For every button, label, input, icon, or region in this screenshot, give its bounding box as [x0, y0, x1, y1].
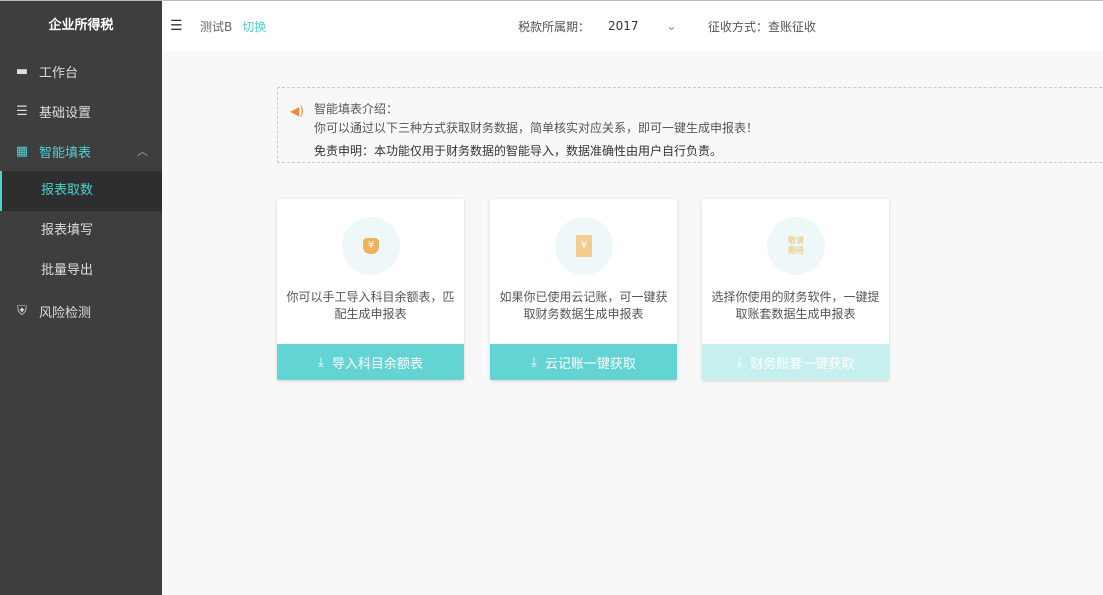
money-bag-icon: ¥	[342, 217, 400, 275]
grid-icon: ▦	[15, 143, 29, 159]
company-name: 测试B	[200, 19, 233, 34]
card-finance-software: 敬请期待 选择你使用的财务软件，一键提取账套数据生成申报表 ⤓ 财务账套一键获取	[702, 199, 889, 380]
sidebar-subitem-report-fetch[interactable]: 报表取数	[0, 171, 162, 211]
ledger-icon: ¥	[555, 217, 613, 275]
card-import-balance: ¥ 你可以手工导入科目余额表，匹配生成申报表 ⤓ 导入科目余额表	[277, 199, 464, 380]
header: ☰ 测试B 切换 税款所属期： 2017 ⌄ 征收方式：查账征收	[162, 1, 1103, 51]
monitor-icon: ▬	[15, 63, 29, 79]
notice-disclaimer: 免责申明：本功能仅用于财务数据的智能导入，数据准确性由用户自行负责。	[314, 144, 723, 158]
sidebar-item-basic-settings[interactable]: ☰ 基础设置	[0, 91, 162, 131]
ledger-glyph: ¥	[576, 235, 592, 257]
button-label: 财务账套一键获取	[750, 356, 855, 372]
sidebar-item-risk-check[interactable]: ⛨ 风险检测	[0, 291, 162, 331]
sidebar-item-label: 风险检测	[39, 305, 92, 321]
list-icon: ☰	[16, 103, 28, 119]
sidebar: 企业所得税 ▬ 工作台 ☰ 基础设置 ▦ 智能填表 ︿ 报表取数 报表填写 批量导出 ⛨…	[0, 1, 162, 595]
collection-method: 征收方式：查账征收	[708, 19, 817, 34]
download-icon: ⤓	[318, 354, 324, 370]
app-title: 企业所得税	[48, 18, 114, 33]
menu-collapse-icon[interactable]: ☰	[170, 18, 184, 34]
sidebar-item-label: 智能填表	[39, 145, 92, 161]
chevron-up-icon: ︿	[137, 145, 148, 158]
intro-notice: ◀) 智能填表介绍： 你可以通过以下三种方式获取财务数据，简单核实对应关系，即可…	[277, 87, 1103, 163]
sidebar-subitem-report-fill[interactable]: 报表填写	[0, 211, 162, 251]
card-description: 你可以手工导入科目余额表，匹配生成申报表	[286, 290, 455, 321]
cloud-accounting-fetch-button[interactable]: ⤓ 云记账一键获取	[490, 344, 677, 380]
button-label: 云记账一键获取	[544, 356, 636, 372]
download-icon: ⤓	[736, 354, 743, 370]
sidebar-item-workbench[interactable]: ▬ 工作台	[0, 51, 162, 91]
sidebar-item-label: 基础设置	[39, 105, 92, 121]
import-balance-button[interactable]: ⤓ 导入科目余额表	[277, 344, 464, 380]
year-select[interactable]: 2017 ⌄	[608, 19, 677, 33]
card-cloud-accounting: ¥ 如果你已使用云记账，可一键获取财务数据生成申报表 ⤓ 云记账一键获取	[490, 199, 677, 380]
money-bag-glyph: ¥	[363, 238, 379, 254]
sidebar-item-label: 工作台	[39, 65, 79, 81]
sidebar-item-smart-fill[interactable]: ▦ 智能填表 ︿	[0, 131, 162, 171]
coming-soon-icon: 敬请期待	[767, 217, 825, 275]
download-icon: ⤓	[531, 354, 537, 370]
notice-text: 你可以通过以下三种方式获取财务数据，简单核实对应关系，即可一键生成申报表！	[314, 121, 759, 135]
period-label: 税款所属期：	[518, 19, 591, 34]
speaker-icon: ◀)	[290, 104, 304, 118]
button-label: 导入科目余额表	[331, 356, 423, 372]
notice-title: 智能填表介绍：	[314, 102, 399, 116]
year-value: 2017	[608, 19, 639, 33]
card-description: 如果你已使用云记账，可一键获取财务数据生成申报表	[499, 290, 668, 321]
switch-company-link[interactable]: 切换	[242, 18, 266, 35]
coming-soon-text: 敬请期待	[788, 236, 804, 255]
shield-icon: ⛨	[17, 303, 27, 319]
sidebar-subitem-batch-export[interactable]: 批量导出	[0, 251, 162, 291]
finance-software-fetch-button[interactable]: ⤓ 财务账套一键获取	[702, 344, 889, 380]
card-description: 选择你使用的财务软件，一键提取账套数据生成申报表	[711, 290, 880, 321]
chevron-down-icon: ⌄	[666, 19, 677, 33]
